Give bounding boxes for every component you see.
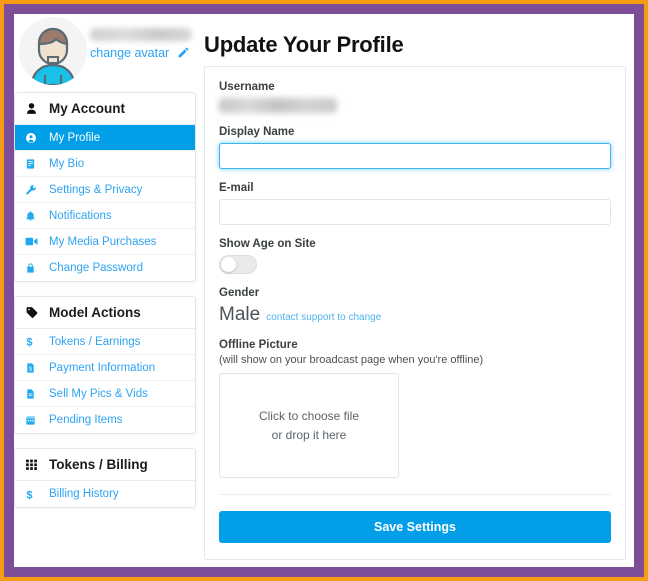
display-name-input[interactable] (219, 143, 611, 169)
dollar-icon: $ (25, 488, 49, 501)
sidebar-item-settings-privacy[interactable]: Settings & Privacy (15, 177, 195, 203)
save-settings-button[interactable]: Save Settings (219, 511, 611, 543)
display-name-label: Display Name (219, 126, 295, 138)
page-container: change avatar My Account My Profile My B… (14, 14, 634, 567)
svg-text:$: $ (29, 366, 32, 372)
change-avatar-link[interactable]: change avatar (90, 46, 200, 62)
svg-text:$: $ (26, 336, 32, 348)
offline-picture-dropzone[interactable]: Click to choose file or drop it here (219, 373, 399, 478)
gender-value: Male (219, 304, 261, 325)
sidebar-item-my-bio[interactable]: My Bio (15, 151, 195, 177)
svg-text:$: $ (26, 489, 32, 501)
offline-picture-label: Offline Picture (219, 339, 298, 351)
email-input[interactable] (219, 199, 611, 225)
pencil-icon (177, 46, 190, 62)
grid-icon (25, 458, 49, 471)
sidebar-group-label: Model Actions (49, 305, 141, 320)
toggle-knob (221, 257, 236, 272)
sidebar-item-billing-history[interactable]: $ Billing History (15, 481, 195, 507)
main-content: Update Your Profile Username Display Nam… (204, 14, 634, 567)
dropzone-line-1: Click to choose file (258, 408, 360, 423)
dollar-icon: $ (25, 335, 49, 348)
user-circle-icon (25, 132, 49, 144)
username-value (219, 98, 337, 113)
sidebar-group-title-my-account: My Account (15, 93, 195, 125)
sidebar-group-label: Tokens / Billing (49, 457, 148, 472)
sidebar-item-label: Notifications (49, 209, 112, 222)
user-meta: change avatar (90, 28, 200, 62)
sidebar-item-label: Tokens / Earnings (49, 335, 141, 348)
book-icon (25, 158, 49, 170)
sidebar-item-label: My Bio (49, 157, 85, 170)
username-label: Username (219, 81, 275, 93)
page-title: Update Your Profile (204, 32, 404, 57)
sidebar-item-my-media-purchases[interactable]: My Media Purchases (15, 229, 195, 255)
sidebar-group-tokens-billing: Tokens / Billing $ Billing History (14, 448, 196, 508)
document-icon (25, 388, 49, 400)
sidebar-group-title-model-actions: Model Actions (15, 297, 195, 329)
sidebar-item-label: My Profile (49, 131, 101, 144)
sidebar-item-payment-information[interactable]: $ Payment Information (15, 355, 195, 381)
show-age-toggle[interactable] (219, 255, 257, 274)
person-icon (25, 102, 49, 115)
sidebar-item-label: Billing History (49, 488, 119, 500)
video-camera-icon (25, 236, 49, 247)
sidebar-item-pending-items[interactable]: Pending Items (15, 407, 195, 433)
show-age-label: Show Age on Site (219, 238, 316, 250)
sidebar-group-label: My Account (49, 101, 126, 116)
user-avatar-icon (19, 17, 87, 85)
gender-row: Male contact support to change (219, 304, 611, 326)
contact-support-link[interactable]: contact support to change (266, 312, 381, 323)
sidebar-item-label: Payment Information (49, 361, 156, 374)
sidebar-item-sell-my-pics-vids[interactable]: Sell My Pics & Vids (15, 381, 195, 407)
calendar-icon (25, 414, 49, 426)
change-avatar-label: change avatar (90, 46, 170, 60)
sidebar-item-label: Pending Items (49, 414, 123, 426)
sidebar-group-model-actions: Model Actions $ Tokens / Earnings $ Paym… (14, 296, 196, 434)
dropzone-line-2: or drop it here (271, 427, 347, 442)
avatar[interactable] (19, 17, 87, 85)
profile-form: Username Display Name E-mail Show Age on… (204, 66, 626, 560)
tag-icon (25, 306, 49, 319)
offline-picture-hint: (will show on your broadcast page when y… (219, 354, 484, 366)
lock-icon (25, 262, 49, 274)
profile-header: change avatar (14, 14, 194, 88)
sidebar-item-change-password[interactable]: Change Password (15, 255, 195, 281)
sidebar-item-my-profile[interactable]: My Profile (15, 125, 195, 151)
sidebar-item-notifications[interactable]: Notifications (15, 203, 195, 229)
sidebar-item-tokens-earnings[interactable]: $ Tokens / Earnings (15, 329, 195, 355)
sidebar-group-title-tokens-billing: Tokens / Billing (15, 449, 195, 481)
sidebar-group-my-account: My Account My Profile My Bio Settings & … (14, 92, 196, 282)
wrench-icon (25, 184, 49, 196)
sidebar-item-label: My Media Purchases (49, 235, 157, 248)
username-masked (90, 28, 192, 41)
email-label: E-mail (219, 182, 254, 194)
sidebar: My Account My Profile My Bio Settings & … (14, 92, 196, 522)
sidebar-item-label: Settings & Privacy (49, 183, 143, 196)
bell-icon (25, 210, 49, 222)
sidebar-item-label: Sell My Pics & Vids (49, 387, 148, 400)
gender-label: Gender (219, 287, 260, 299)
form-divider (219, 494, 611, 495)
invoice-icon: $ (25, 362, 49, 374)
sidebar-item-label: Change Password (49, 262, 143, 274)
